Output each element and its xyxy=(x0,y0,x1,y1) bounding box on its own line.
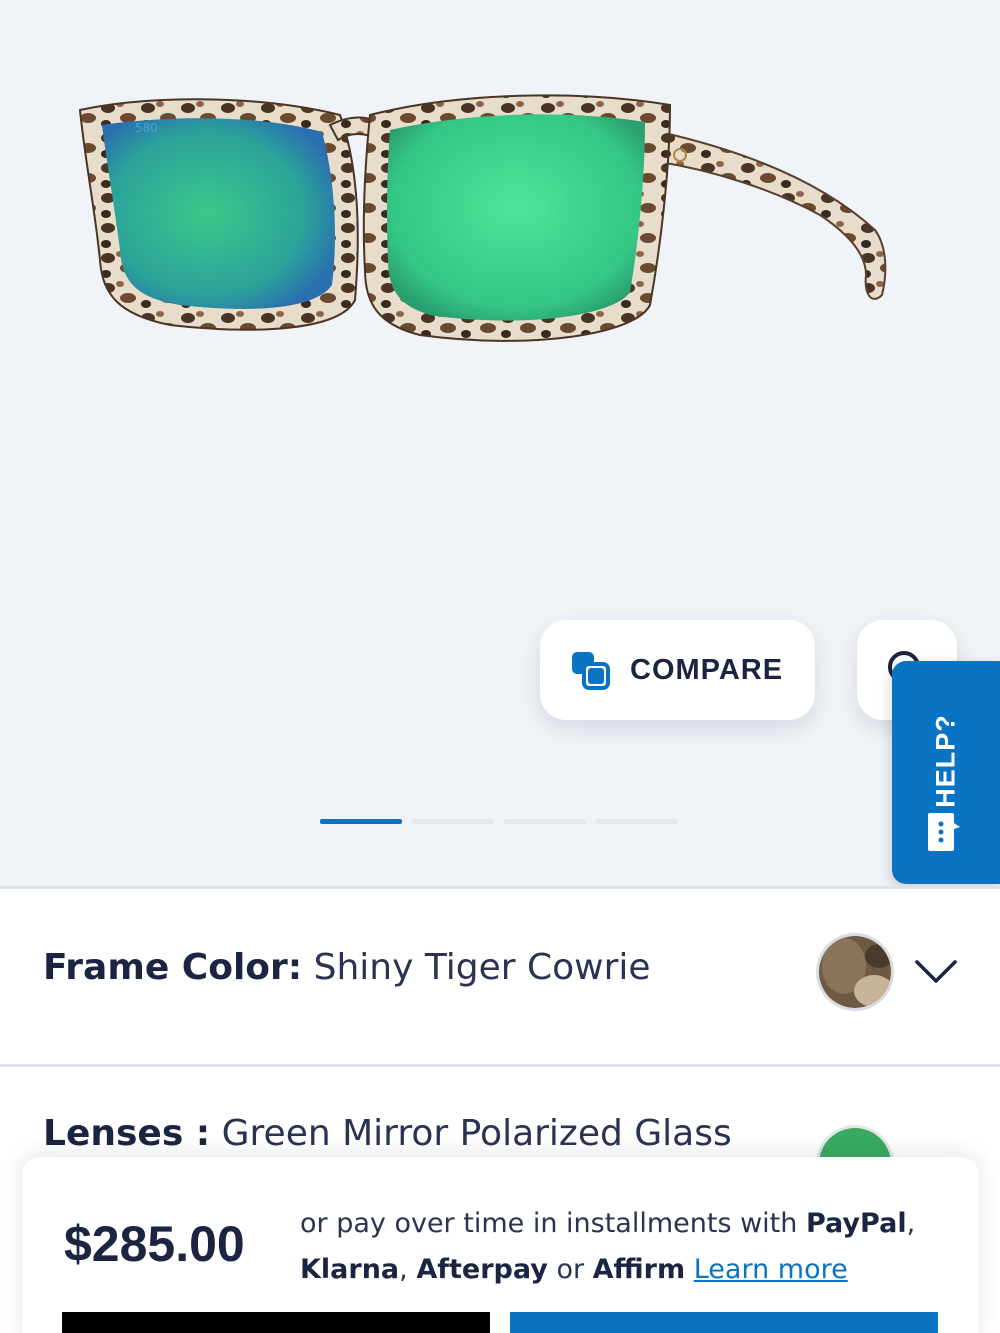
lenses-value: Green Mirror Polarized Glass xyxy=(221,1113,732,1154)
klarna-label: Klarna xyxy=(300,1254,400,1285)
slide-indicator-4[interactable] xyxy=(596,819,678,824)
product-gallery[interactable]: 580 COMPARE xyxy=(0,0,1000,888)
add-to-cart-button[interactable] xyxy=(510,1312,938,1333)
compare-button[interactable]: COMPARE xyxy=(540,620,815,720)
secondary-action-button[interactable] xyxy=(62,1312,490,1333)
slide-indicators xyxy=(320,819,678,824)
separator: , xyxy=(399,1254,408,1285)
learn-more-link[interactable]: Learn more xyxy=(694,1254,848,1285)
compare-label: COMPARE xyxy=(630,653,784,686)
lenses-label: Lenses : xyxy=(43,1113,211,1154)
or-word: or xyxy=(556,1254,585,1285)
slide-indicator-3[interactable] xyxy=(504,819,586,824)
chevron-down-icon[interactable] xyxy=(914,959,958,985)
lenses-text: Lenses : Green Mirror Polarized Glass xyxy=(43,1113,732,1154)
compare-icon xyxy=(570,650,610,690)
frame-color-text: Frame Color: Shiny Tiger Cowrie xyxy=(43,947,651,988)
purchase-bar: $285.00 or pay over time in installments… xyxy=(22,1157,979,1333)
price: $285.00 xyxy=(64,1216,245,1272)
help-label: HELP? xyxy=(930,714,961,808)
separator: , xyxy=(906,1208,916,1239)
paypal-label: PayPal xyxy=(805,1208,907,1239)
lens-logo-mark: 580 xyxy=(135,121,158,135)
installment-info: or pay over time in installments with Pa… xyxy=(300,1201,960,1293)
chat-icon xyxy=(928,813,960,851)
affirm-label: Affirm xyxy=(592,1254,686,1285)
slide-indicator-2[interactable] xyxy=(412,819,494,824)
frame-color-swatch[interactable] xyxy=(816,933,894,1011)
afterpay-label: Afterpay xyxy=(416,1254,548,1285)
slide-indicator-1[interactable] xyxy=(320,819,402,824)
product-image[interactable]: 580 xyxy=(60,70,900,370)
help-tab[interactable]: HELP? xyxy=(892,661,1000,884)
frame-color-selector[interactable]: Frame Color: Shiny Tiger Cowrie xyxy=(0,889,1000,1064)
pay-prefix: or pay over time in installments with xyxy=(300,1208,798,1239)
frame-color-label: Frame Color: xyxy=(43,947,303,988)
frame-color-value: Shiny Tiger Cowrie xyxy=(313,947,651,988)
